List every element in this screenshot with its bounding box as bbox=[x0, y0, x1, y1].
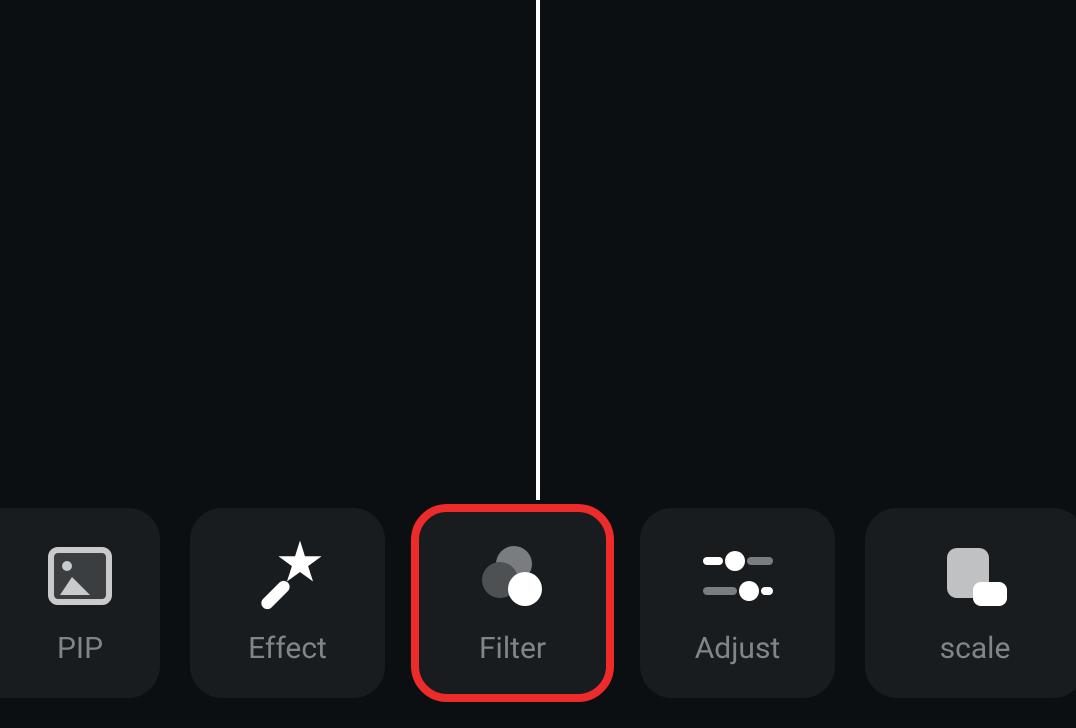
adjust-label: Adjust bbox=[695, 631, 781, 666]
effect-label: Effect bbox=[248, 631, 327, 666]
scale-label: scale bbox=[940, 631, 1011, 666]
effect-button[interactable]: Effect bbox=[190, 508, 385, 698]
filter-icon bbox=[478, 541, 548, 611]
effect-icon bbox=[253, 541, 323, 611]
filter-label: Filter bbox=[479, 631, 546, 666]
scale-icon bbox=[940, 541, 1010, 611]
pip-label: PIP bbox=[57, 631, 103, 666]
pip-button[interactable]: PIP bbox=[0, 508, 160, 698]
scale-button[interactable]: scale bbox=[865, 508, 1076, 698]
pip-icon bbox=[45, 541, 115, 611]
filter-button[interactable]: Filter bbox=[415, 508, 610, 698]
timeline-playhead[interactable] bbox=[536, 0, 540, 500]
bottom-toolbar: PIP Effect Filter bbox=[0, 508, 1076, 698]
adjust-button[interactable]: Adjust bbox=[640, 508, 835, 698]
adjust-icon bbox=[703, 541, 773, 611]
